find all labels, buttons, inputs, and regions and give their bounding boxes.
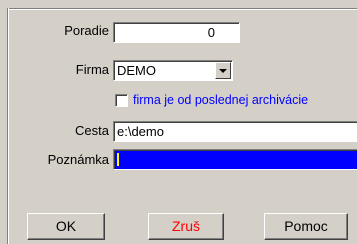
- firm-value: DEMO: [117, 63, 156, 78]
- ok-button[interactable]: OK: [27, 213, 105, 240]
- cancel-button[interactable]: Zruš: [148, 213, 224, 240]
- path-label: Cesta: [75, 123, 109, 138]
- firm-combobox[interactable]: DEMO: [113, 60, 233, 81]
- firm-label: Firma: [75, 62, 109, 77]
- note-label: Poznámka: [47, 152, 109, 167]
- order-input[interactable]: 0: [113, 22, 240, 43]
- window-top-edge: [0, 0, 357, 10]
- archive-checkbox-label[interactable]: firma je od poslednej archivácie: [133, 93, 308, 107]
- text-caret: [117, 153, 119, 166]
- path-input[interactable]: e:\demo: [113, 121, 357, 142]
- window-left-edge: [0, 8, 9, 244]
- order-value: 0: [207, 25, 215, 40]
- order-label: Poradie: [64, 23, 109, 38]
- help-button[interactable]: Pomoc: [264, 213, 348, 240]
- chevron-down-icon[interactable]: [215, 62, 231, 79]
- archive-checkbox[interactable]: [115, 94, 128, 107]
- note-input[interactable]: [113, 149, 357, 170]
- path-value: e:\demo: [117, 124, 164, 139]
